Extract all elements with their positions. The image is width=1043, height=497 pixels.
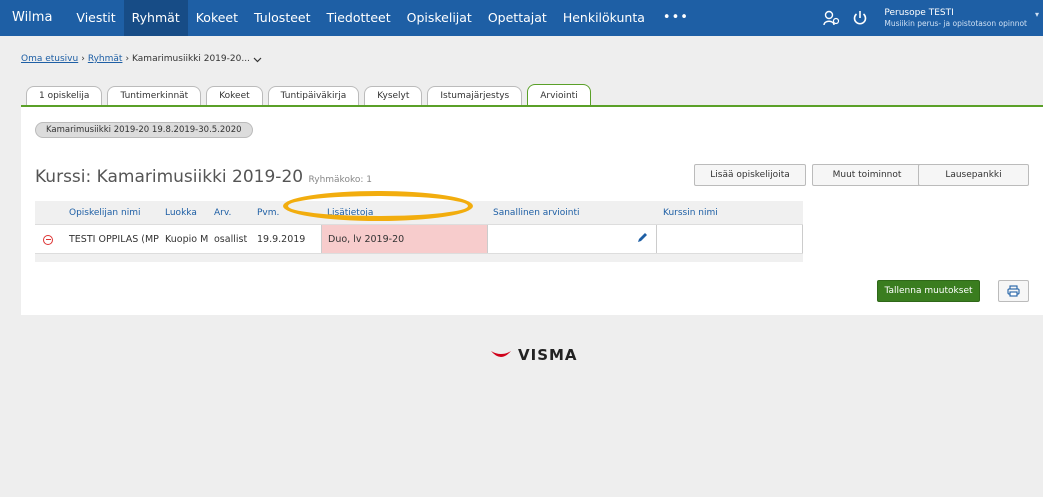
column-header-date[interactable]: Pvm.: [251, 201, 321, 224]
cell-course-name[interactable]: [657, 225, 803, 253]
column-header-class[interactable]: Luokka: [159, 201, 208, 224]
nav-item-exams[interactable]: Kokeet: [188, 0, 246, 36]
cell-class: Kuopio M: [165, 234, 208, 245]
tab-surveys[interactable]: Kyselyt: [364, 86, 423, 106]
tab-seating[interactable]: Istumajärjestys: [427, 86, 523, 106]
tab-lesson-diary[interactable]: Tuntipäiväkirja: [267, 86, 360, 106]
pencil-edit-icon[interactable]: [636, 232, 648, 244]
tab-bar: 1 opiskelija Tuntimerkinnät Kokeet Tunti…: [26, 84, 591, 106]
user-menu[interactable]: Perusope TESTI Musiikin perus- ja opisto…: [884, 8, 1043, 28]
breadcrumb-groups-link[interactable]: Ryhmät: [88, 54, 123, 64]
tab-exams[interactable]: Kokeet: [206, 86, 263, 106]
main-nav: Viestit Ryhmät Kokeet Tulosteet Tiedotte…: [68, 0, 699, 36]
logout-power-icon[interactable]: [846, 0, 874, 36]
cell-grade[interactable]: osallist: [208, 225, 251, 253]
printer-icon: [1007, 285, 1020, 297]
assessment-panel: Kamarimusiikki 2019-20 19.8.2019-30.5.20…: [21, 105, 1043, 315]
period-selector[interactable]: Kamarimusiikki 2019-20 19.8.2019-30.5.20…: [35, 122, 253, 138]
nav-item-messages[interactable]: Viestit: [68, 0, 123, 36]
column-header-additional-info[interactable]: Lisätietoja: [321, 201, 487, 224]
visma-wordmark: VISMA: [518, 346, 578, 364]
chevron-down-icon[interactable]: ▾: [1035, 10, 1039, 19]
group-size: Ryhmäkoko: 1: [308, 175, 372, 185]
nav-item-students[interactable]: Opiskelijat: [399, 0, 480, 36]
remove-circle-icon[interactable]: [43, 234, 53, 245]
save-changes-button[interactable]: Tallenna muutokset: [877, 280, 980, 302]
cell-date[interactable]: 19.9.2019: [251, 225, 321, 253]
cell-student-name[interactable]: TESTI OPPILAS (MP): [63, 225, 159, 253]
breadcrumb-current: Kamarimusiikki 2019-20...: [132, 54, 250, 64]
page-title: Kurssi: Kamarimusiikki 2019-20 Ryhmäkoko…: [35, 167, 372, 187]
tab-students[interactable]: 1 opiskelija: [26, 86, 103, 106]
user-organization: Musiikin perus- ja opistotason opinnot: [884, 18, 1027, 28]
nav-item-staff[interactable]: Henkilökunta: [555, 0, 653, 36]
chevron-down-icon[interactable]: [253, 56, 262, 63]
print-button[interactable]: [998, 280, 1029, 302]
cell-verbal-assessment[interactable]: [487, 225, 657, 253]
phrase-bank-button[interactable]: Lausepankki: [918, 164, 1029, 186]
visma-swoosh-icon: [491, 351, 511, 357]
nav-item-teachers[interactable]: Opettajat: [480, 0, 555, 36]
assessment-table: Opiskelijan nimi Luokka Arv. Pvm. Lisäti…: [35, 201, 803, 262]
cell-additional-info[interactable]: Duo, lv 2019-20: [321, 225, 487, 253]
table-row: TESTI OPPILAS (MP) Kuopio M osallist 19.…: [35, 225, 803, 254]
visma-logo: VISMA: [490, 346, 578, 364]
top-nav-bar: Wilma Viestit Ryhmät Kokeet Tulosteet Ti…: [0, 0, 1043, 36]
app-logo[interactable]: Wilma: [0, 0, 68, 36]
breadcrumb-separator: ›: [81, 54, 85, 64]
breadcrumb-separator: ›: [125, 54, 130, 64]
course-title-text: Kurssi: Kamarimusiikki 2019-20: [35, 167, 304, 187]
add-students-button[interactable]: Lisää opiskelijoita: [694, 164, 806, 186]
user-name: Perusope TESTI: [884, 8, 954, 19]
breadcrumb: Oma etusivu › Ryhmät › Kamarimusiikki 20…: [21, 54, 262, 64]
nav-item-groups[interactable]: Ryhmät: [123, 0, 188, 36]
column-header-student-name[interactable]: Opiskelijan nimi: [63, 201, 159, 224]
remove-row-cell: [35, 225, 63, 253]
tab-lesson-markings[interactable]: Tuntimerkinnät: [107, 86, 202, 106]
table-header: Opiskelijan nimi Luokka Arv. Pvm. Lisäti…: [35, 201, 803, 225]
role-switch-icon[interactable]: [818, 0, 846, 36]
nav-item-printouts[interactable]: Tulosteet: [246, 0, 318, 36]
breadcrumb-home-link[interactable]: Oma etusivu: [21, 54, 78, 64]
tab-assessment[interactable]: Arviointi: [527, 84, 591, 106]
nav-more-button[interactable]: •••: [653, 0, 699, 36]
column-header: [35, 201, 63, 224]
table-footer: [35, 254, 803, 262]
nav-item-announcements[interactable]: Tiedotteet: [319, 0, 399, 36]
column-header-grade[interactable]: Arv.: [208, 201, 251, 224]
column-header-course-name[interactable]: Kurssin nimi: [657, 201, 803, 224]
top-right-area: Perusope TESTI Musiikin perus- ja opisto…: [818, 0, 1043, 36]
other-actions-button[interactable]: Muut toiminnot: [812, 164, 922, 186]
column-header-verbal-assessment[interactable]: Sanallinen arviointi: [487, 201, 657, 224]
